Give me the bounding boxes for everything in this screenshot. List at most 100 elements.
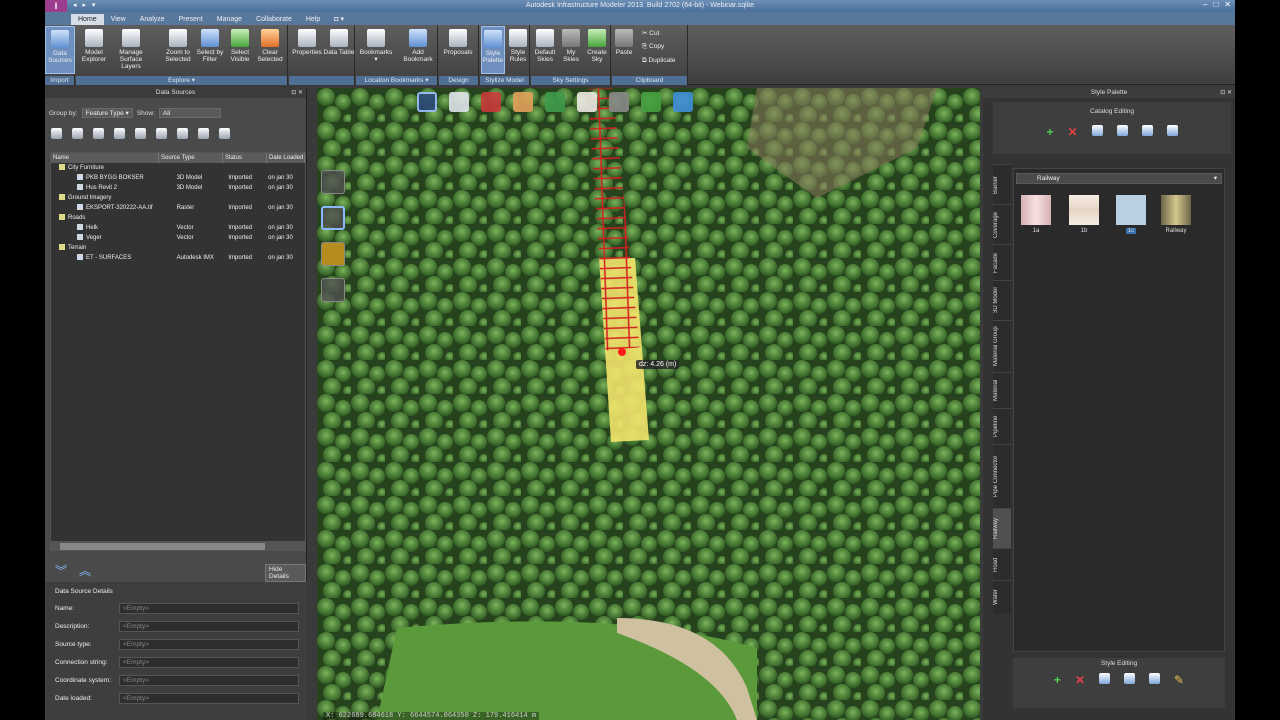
tab-material-group[interactable]: Material Group bbox=[993, 320, 1011, 372]
rename-icon[interactable] bbox=[1166, 125, 1178, 136]
save-icon[interactable] bbox=[1116, 125, 1128, 136]
zoom-to-selected-button[interactable]: Zoom to Selected bbox=[162, 26, 194, 74]
edit-shape-icon[interactable] bbox=[321, 206, 345, 230]
add-icon[interactable]: + bbox=[1046, 125, 1053, 139]
minimize-button[interactable]: – bbox=[1203, 0, 1207, 9]
style-swatch-1c[interactable]: 1c bbox=[1115, 195, 1147, 235]
copy-style-icon[interactable] bbox=[1099, 673, 1110, 684]
table-row[interactable]: Helk Vector Imported on jan 30 bbox=[51, 223, 305, 233]
select-visible-button[interactable]: Select Visible bbox=[224, 26, 256, 74]
close-button[interactable]: ✕ bbox=[1224, 0, 1231, 9]
maximize-button[interactable]: □ bbox=[1213, 0, 1218, 9]
tab-help[interactable]: Help bbox=[299, 14, 327, 25]
checkbox-icon[interactable] bbox=[77, 204, 83, 210]
chevron-up-icon[interactable]: ︽ bbox=[79, 562, 91, 579]
coverage-icon[interactable] bbox=[513, 92, 533, 112]
data-table-button[interactable]: Data Table bbox=[323, 26, 355, 74]
detail-value-field[interactable]: <Empty> bbox=[119, 675, 299, 686]
table-row[interactable]: Veger Vector Imported on jan 30 bbox=[51, 233, 305, 243]
hydrant-icon[interactable] bbox=[481, 92, 501, 112]
tab-barrier[interactable]: Barrier bbox=[993, 164, 1011, 204]
chevron-down-icon[interactable]: ︾ bbox=[55, 562, 67, 579]
my-skies-button[interactable]: My Skies bbox=[558, 26, 584, 74]
add-bookmark-button[interactable]: Add Bookmark bbox=[402, 26, 434, 74]
cut-button[interactable]: ✂ Cut bbox=[642, 29, 659, 37]
3d-viewport[interactable]: dz: 4.26 (m) X: 622689.684618 Y: 6644574… bbox=[317, 88, 980, 720]
building-icon[interactable] bbox=[449, 92, 469, 112]
table-row[interactable]: PKB BYGG BOKSER 3D Model Imported on jan 30 bbox=[51, 173, 305, 183]
table-row-group[interactable]: Ground Imagery bbox=[51, 193, 305, 203]
connect-icon[interactable] bbox=[72, 128, 83, 139]
add-style-icon[interactable]: + bbox=[1054, 673, 1061, 687]
aerial-forest-scene[interactable] bbox=[317, 88, 980, 720]
pencil-icon[interactable] bbox=[417, 92, 437, 112]
tab-road[interactable]: Road bbox=[993, 548, 1011, 580]
import-icon[interactable] bbox=[1091, 125, 1103, 136]
style-swatch-1a[interactable]: 1a bbox=[1020, 195, 1052, 235]
refresh-icon[interactable] bbox=[114, 128, 125, 139]
duplicate-button[interactable]: ⧉ Duplicate bbox=[642, 57, 676, 65]
detail-value-field[interactable]: <Empty> bbox=[119, 639, 299, 650]
open-all-icon[interactable] bbox=[219, 128, 230, 139]
create-sky-button[interactable]: Create Sky bbox=[583, 26, 611, 74]
detail-value-field[interactable]: <Empty> bbox=[119, 657, 299, 668]
ruler-icon[interactable] bbox=[321, 242, 345, 266]
water-icon[interactable] bbox=[673, 92, 693, 112]
copy-source-icon[interactable] bbox=[93, 128, 104, 139]
rename-style-icon[interactable] bbox=[1149, 673, 1160, 684]
copy-icon[interactable] bbox=[1141, 125, 1153, 136]
manage-surface-layers-button[interactable]: Manage Surface Layers bbox=[110, 26, 152, 74]
tab-coverage[interactable]: Coverage bbox=[993, 204, 1011, 244]
default-skies-button[interactable]: Default Skies bbox=[531, 26, 559, 74]
horizontal-scrollbar[interactable] bbox=[50, 542, 306, 551]
style-palette-button[interactable]: Style Palette bbox=[481, 26, 505, 74]
checkbox-icon[interactable] bbox=[77, 184, 83, 190]
detail-value-field[interactable]: <Empty> bbox=[119, 621, 299, 632]
checkbox-icon[interactable] bbox=[77, 174, 83, 180]
proposals-button[interactable]: Proposals bbox=[442, 26, 474, 74]
hide-details-button[interactable]: Hide Details bbox=[265, 564, 306, 582]
screen-icon[interactable] bbox=[321, 278, 345, 302]
checkbox-icon[interactable] bbox=[77, 234, 83, 240]
tab-present[interactable]: Present bbox=[172, 14, 210, 25]
export-icon[interactable] bbox=[177, 128, 188, 139]
tab-collaborate[interactable]: Collaborate bbox=[249, 14, 299, 25]
tab-pipe-connector[interactable]: Pipe Connector bbox=[993, 444, 1011, 508]
show-select[interactable]: All bbox=[158, 108, 221, 118]
checkbox-icon[interactable] bbox=[77, 224, 83, 230]
remove-icon[interactable] bbox=[135, 128, 146, 139]
paste-button[interactable]: Paste bbox=[612, 26, 636, 74]
style-swatch-railway[interactable]: Railway bbox=[1160, 195, 1192, 235]
column-status[interactable]: Status bbox=[223, 153, 267, 163]
pin-icon[interactable]: ⊡ ✕ bbox=[1220, 88, 1232, 98]
fence-icon[interactable] bbox=[609, 92, 629, 112]
scrollbar-thumb[interactable] bbox=[60, 543, 265, 550]
tab-pipeline[interactable]: Pipeline bbox=[993, 408, 1011, 444]
select-arrow-icon[interactable] bbox=[321, 170, 345, 194]
properties-button[interactable]: Properties bbox=[291, 26, 323, 74]
tab-3d-model[interactable]: 3D Model bbox=[993, 280, 1011, 320]
table-row[interactable]: Hus Revit 2 3D Model Imported on jan 30 bbox=[51, 183, 305, 193]
add-source-icon[interactable] bbox=[51, 128, 62, 139]
document-icon[interactable] bbox=[577, 92, 597, 112]
paste-style-icon[interactable] bbox=[1124, 673, 1135, 684]
tab-extra-menu[interactable]: ◘ ▾ bbox=[327, 14, 351, 25]
style-swatch-1b[interactable]: 1b bbox=[1068, 195, 1100, 235]
tab-water[interactable]: Water bbox=[993, 580, 1011, 614]
tab-facade[interactable]: Facade bbox=[993, 244, 1011, 280]
plant-icon[interactable] bbox=[641, 92, 661, 112]
table-row-group[interactable]: Roads bbox=[51, 213, 305, 223]
table-row-group[interactable]: Terrain bbox=[51, 243, 305, 253]
style-rules-button[interactable]: Style Rules bbox=[506, 26, 530, 74]
tab-material[interactable]: Material bbox=[993, 372, 1011, 408]
configure-icon[interactable] bbox=[156, 128, 167, 139]
copy-button[interactable]: ⎘ Copy bbox=[642, 43, 664, 51]
column-name[interactable]: Name bbox=[51, 153, 159, 163]
category-select[interactable]: Railway ▾ bbox=[1016, 173, 1222, 184]
select-by-filter-button[interactable]: Select by Filter bbox=[194, 26, 226, 74]
detail-value-field[interactable]: <Empty> bbox=[119, 693, 299, 704]
table-row[interactable]: ET - SURFACES Autodesk IMX Imported on jan … bbox=[51, 253, 305, 263]
tab-home[interactable]: Home bbox=[71, 14, 104, 25]
column-source-type[interactable]: Source Type bbox=[159, 153, 223, 163]
column-date-loaded[interactable]: Date Loaded bbox=[267, 153, 305, 163]
